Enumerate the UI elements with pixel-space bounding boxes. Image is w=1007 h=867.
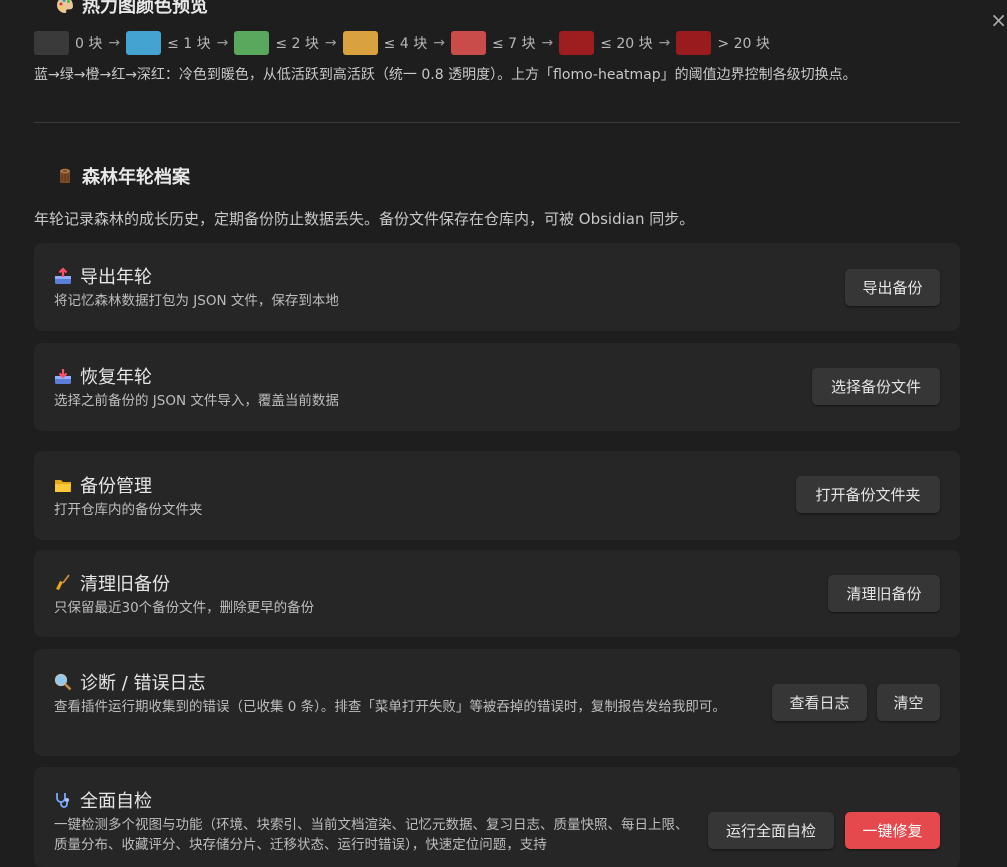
export-backup-button[interactable]: 导出备份 bbox=[845, 269, 940, 306]
heatmap-level-label: > 20 块 bbox=[717, 36, 770, 52]
magnifier-icon bbox=[54, 673, 72, 691]
open-backup-folder-button[interactable]: 打开备份文件夹 bbox=[796, 476, 940, 513]
export-title-text: 导出年轮 bbox=[80, 267, 152, 288]
restore-desc: 选择之前备份的 JSON 文件导入，覆盖当前数据 bbox=[54, 393, 339, 409]
heatmap-level-label: ≤ 20 块 bbox=[600, 36, 653, 52]
heatmap-swatch bbox=[342, 31, 378, 55]
archive-title-text: 森林年轮档案 bbox=[82, 167, 190, 188]
manage-title-text: 备份管理 bbox=[80, 476, 152, 497]
arrow-right-icon: → bbox=[541, 35, 554, 51]
arrow-right-icon: → bbox=[108, 35, 121, 51]
diagnostics-title: 诊断 / 错误日志 bbox=[54, 669, 206, 695]
export-card: 导出年轮 将记忆森林数据打包为 JSON 文件，保存到本地 导出备份 bbox=[34, 243, 960, 331]
archive-title: 森林年轮档案 bbox=[56, 163, 190, 189]
heatmap-swatch bbox=[34, 31, 69, 55]
clear-log-button[interactable]: 清空 bbox=[877, 684, 940, 721]
arrow-right-icon: → bbox=[324, 35, 337, 51]
manage-desc: 打开仓库内的备份文件夹 bbox=[54, 502, 203, 518]
one-click-fix-button[interactable]: 一键修复 bbox=[845, 812, 940, 849]
stethoscope-icon bbox=[54, 791, 72, 809]
heatmap-swatch bbox=[234, 31, 270, 55]
heatmap-preview-title: 热力图颜色预览 bbox=[56, 0, 208, 18]
palette-icon bbox=[56, 0, 74, 14]
self-check-card: 全面自检 一键检测多个视图与功能（环境、块索引、当前文档渲染、记忆元数据、复习日… bbox=[34, 767, 960, 867]
diagnostics-card: 诊断 / 错误日志 查看插件运行期收集到的错误（已收集 0 条）。排查「菜单打开… bbox=[34, 649, 960, 756]
section-divider bbox=[34, 122, 960, 123]
heatmap-legend: 0 块 → ≤ 1 块 → ≤ 2 块 → ≤ 4 块 → ≤ 7 块 → ≤ 20 块 → > 20 … bbox=[34, 31, 776, 55]
heatmap-level-label: ≤ 4 块 bbox=[383, 36, 428, 52]
backup-manage-card: 备份管理 打开仓库内的备份文件夹 打开备份文件夹 bbox=[34, 451, 960, 540]
restore-card: 恢复年轮 选择之前备份的 JSON 文件导入，覆盖当前数据 选择备份文件 bbox=[34, 343, 960, 431]
heatmap-level-label: ≤ 2 块 bbox=[275, 36, 319, 52]
cleanup-title: 清理旧备份 bbox=[54, 570, 170, 596]
cleanup-backup-button[interactable]: 清理旧备份 bbox=[828, 575, 940, 612]
self-check-title-text: 全面自检 bbox=[80, 791, 152, 812]
export-desc: 将记忆森林数据打包为 JSON 文件，保存到本地 bbox=[54, 293, 339, 309]
heatmap-swatch bbox=[676, 31, 712, 55]
heatmap-note: 蓝→绿→橙→红→深红：冷色到暖色，从低活跃到高活跃（统一 0.8 透明度）。上方… bbox=[34, 67, 857, 83]
arrow-right-icon: → bbox=[216, 35, 229, 51]
arrow-right-icon: → bbox=[433, 35, 445, 51]
arrow-right-icon: → bbox=[658, 35, 671, 51]
manage-title: 备份管理 bbox=[54, 472, 152, 498]
restore-title-text: 恢复年轮 bbox=[80, 367, 152, 388]
self-check-desc: 一键检测多个视图与功能（环境、块索引、当前文档渲染、记忆元数据、复习日志、质量快… bbox=[54, 817, 689, 853]
folder-icon bbox=[54, 476, 72, 494]
cleanup-title-text: 清理旧备份 bbox=[80, 574, 170, 595]
diagnostics-desc: 查看插件运行期收集到的错误（已收集 0 条）。排查「菜单打开失败」等被吞掉的错误… bbox=[54, 699, 726, 715]
close-icon[interactable]: × bbox=[990, 8, 1007, 32]
wood-log-icon bbox=[56, 167, 74, 185]
view-log-button[interactable]: 查看日志 bbox=[772, 684, 867, 721]
heatmap-swatch bbox=[559, 31, 595, 55]
heatmap-preview-title-text: 热力图颜色预览 bbox=[82, 0, 208, 17]
cleanup-card: 清理旧备份 只保留最近30个备份文件，删除更早的备份 清理旧备份 bbox=[34, 550, 960, 637]
self-check-title: 全面自检 bbox=[54, 787, 152, 813]
heatmap-swatch bbox=[126, 31, 162, 55]
run-self-check-button[interactable]: 运行全面自检 bbox=[708, 812, 834, 849]
export-title: 导出年轮 bbox=[54, 263, 152, 289]
heatmap-level-label: ≤ 7 块 bbox=[491, 36, 536, 52]
inbox-tray-icon bbox=[54, 367, 72, 385]
heatmap-level-label: ≤ 1 块 bbox=[167, 36, 211, 52]
restore-title: 恢复年轮 bbox=[54, 363, 152, 389]
heatmap-level-label: 0 块 bbox=[75, 36, 103, 52]
choose-backup-button[interactable]: 选择备份文件 bbox=[812, 368, 940, 405]
outbox-tray-icon bbox=[54, 267, 72, 285]
cleanup-desc: 只保留最近30个备份文件，删除更早的备份 bbox=[54, 600, 315, 616]
diagnostics-title-text: 诊断 / 错误日志 bbox=[80, 673, 206, 694]
archive-desc: 年轮记录森林的成长历史，定期备份防止数据丢失。备份文件保存在仓库内，可被 Obs… bbox=[34, 210, 695, 228]
broom-icon bbox=[54, 574, 72, 592]
heatmap-swatch bbox=[450, 31, 486, 55]
